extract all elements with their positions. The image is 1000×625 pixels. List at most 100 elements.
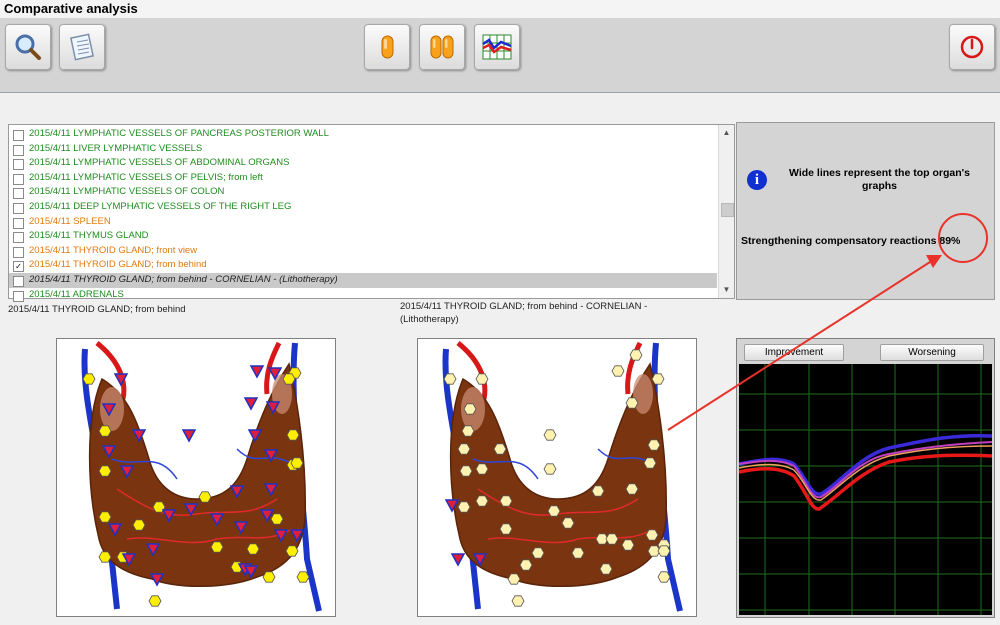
hexagon-marker xyxy=(246,543,260,555)
list-item-checkbox[interactable] xyxy=(13,144,24,156)
hexagon-marker xyxy=(457,501,471,513)
hexagon-marker xyxy=(657,545,671,557)
hexagon-marker xyxy=(493,443,507,455)
list-item-label: 2015/4/11 LYMPHATIC VESSELS OF PELVIS; f… xyxy=(29,171,263,183)
triangle-marker xyxy=(450,553,466,567)
scroll-down-icon[interactable]: ▼ xyxy=(721,284,732,295)
list-item-checkbox[interactable] xyxy=(13,203,24,214)
hexagon-marker xyxy=(561,517,575,529)
hexagon-marker xyxy=(647,439,661,451)
hexagon-marker xyxy=(621,539,635,551)
list-item[interactable]: 2015/4/11 LYMPHATIC VESSELS OF PANCREAS … xyxy=(9,127,717,142)
search-button[interactable] xyxy=(5,24,51,70)
list-item-label: 2015/4/11 LYMPHATIC VESSELS OF ABDOMINAL… xyxy=(29,157,290,169)
list-item-checkbox[interactable]: ✓ xyxy=(13,261,24,273)
scroll-up-icon[interactable]: ▲ xyxy=(721,127,732,138)
list-item-checkbox[interactable] xyxy=(13,232,24,244)
hexagon-marker xyxy=(499,523,513,535)
single-capsule-icon xyxy=(381,35,394,59)
list-item-label: 2015/4/11 LYMPHATIC VESSELS OF PANCREAS … xyxy=(29,128,329,139)
hexagon-marker xyxy=(475,463,489,475)
power-button[interactable] xyxy=(949,24,995,70)
info-panel: i Wide lines represent the top organ's g… xyxy=(736,122,995,300)
list-item-label: 2015/4/11 THYMUS GLAND xyxy=(29,230,149,242)
hexagon-marker xyxy=(629,349,643,361)
list-item-label: 2015/4/11 THYROID GLAND; front view xyxy=(29,244,198,256)
list-item-checkbox[interactable] xyxy=(13,159,24,171)
hexagon-marker xyxy=(463,403,477,415)
list-item-checkbox[interactable] xyxy=(13,217,24,229)
organ-highlight xyxy=(633,374,653,414)
hexagon-marker xyxy=(625,397,639,409)
worsening-button[interactable]: Worsening xyxy=(880,344,984,361)
list-item-checkbox[interactable] xyxy=(13,130,24,141)
magnifier-icon xyxy=(15,34,41,60)
hexagon-marker xyxy=(571,547,585,559)
list-item[interactable]: 2015/4/11 LYMPHATIC VESSELS OF COLON xyxy=(9,185,717,200)
list-item[interactable]: 2015/4/11 DEEP LYMPHATIC VESSELS OF THE … xyxy=(9,200,717,215)
list-item-label: 2015/4/11 SPLEEN xyxy=(29,215,111,227)
hexagon-marker xyxy=(98,465,112,477)
window-title: Comparative analysis xyxy=(4,1,138,16)
title-bar: Comparative analysis xyxy=(0,0,1000,19)
analysis-list[interactable]: 2015/4/11 LYMPHATIC VESSELS OF PANCREAS … xyxy=(8,124,735,302)
single-preparation-button[interactable] xyxy=(364,24,410,70)
report-button[interactable] xyxy=(59,24,105,70)
hexagon-marker xyxy=(82,373,96,385)
list-item[interactable]: ✓ 2015/4/11 THYROID GLAND; from behind xyxy=(9,258,717,273)
list-item-checkbox[interactable] xyxy=(13,290,24,302)
list-item-checkbox[interactable] xyxy=(13,173,24,185)
hexagon-marker xyxy=(547,505,561,517)
thyroid-gland-illustration xyxy=(81,341,322,612)
list-item[interactable]: 2015/4/11 THYROID GLAND; from behind - C… xyxy=(9,273,717,288)
list-item[interactable]: 2015/4/11 SPLEEN xyxy=(9,215,717,230)
list-item-checkbox[interactable] xyxy=(13,276,24,287)
list-item[interactable]: 2015/4/11 LIVER LYMPHATIC VESSELS xyxy=(9,142,717,157)
hexagon-marker xyxy=(459,465,473,477)
hexagon-marker xyxy=(657,571,671,583)
thyroid-image-after xyxy=(417,338,697,617)
hexagon-marker xyxy=(543,463,557,475)
hexagon-marker xyxy=(98,551,112,563)
right-caption: 2015/4/11 THYROID GLAND; from behind - C… xyxy=(400,301,648,325)
list-item-label: 2015/4/11 ADRENALS xyxy=(29,288,124,300)
hexagon-marker xyxy=(286,429,300,441)
list-item[interactable]: 2015/4/11 LYMPHATIC VESSELS OF ABDOMINAL… xyxy=(9,156,717,171)
thyroid-gland-illustration xyxy=(442,341,683,612)
list-item-label: 2015/4/11 THYROID GLAND; from behind - C… xyxy=(29,274,338,285)
list-item-checkbox[interactable] xyxy=(13,188,24,200)
list-item[interactable]: 2015/4/11 THYROID GLAND; front view xyxy=(9,244,717,259)
triangle-marker xyxy=(249,365,265,379)
list-item-checkbox[interactable] xyxy=(13,246,24,258)
list-item[interactable]: 2015/4/11 LYMPHATIC VESSELS OF PELVIS; f… xyxy=(9,171,717,186)
hexagon-marker xyxy=(198,491,212,503)
hexagon-marker xyxy=(625,483,639,495)
double-preparation-button[interactable] xyxy=(419,24,465,70)
notepad-icon xyxy=(70,33,94,61)
graph-panel: Improvement Worsening xyxy=(736,338,995,618)
hexagon-marker xyxy=(457,443,471,455)
hexagon-marker xyxy=(98,511,112,523)
thyroid-image-before xyxy=(56,338,336,617)
hexagon-marker xyxy=(282,373,296,385)
hexagon-marker xyxy=(499,495,513,507)
hexagon-marker xyxy=(511,595,525,607)
list-item-label: 2015/4/11 LYMPHATIC VESSELS OF COLON xyxy=(29,186,225,198)
hexagon-marker xyxy=(531,547,545,559)
list-item[interactable]: 2015/4/11 THYMUS GLAND xyxy=(9,229,717,244)
double-capsule-icon xyxy=(430,35,454,59)
improvement-button[interactable]: Improvement xyxy=(744,344,844,361)
scroll-thumb[interactable] xyxy=(721,203,734,217)
hexagon-marker xyxy=(210,541,224,553)
list-scrollbar[interactable]: ▲ ▼ xyxy=(718,125,734,298)
hexagon-marker xyxy=(543,429,557,441)
hexagon-marker xyxy=(507,573,521,585)
list-item-label: 2015/4/11 LIVER LYMPHATIC VESSELS xyxy=(29,142,203,154)
info-icon: i xyxy=(747,170,767,190)
hexagon-marker xyxy=(599,563,613,575)
hexagon-marker xyxy=(519,559,533,571)
graph-button[interactable] xyxy=(474,24,520,70)
hexagon-marker xyxy=(645,529,659,541)
hexagon-marker xyxy=(132,519,146,531)
hexagon-marker xyxy=(475,373,489,385)
